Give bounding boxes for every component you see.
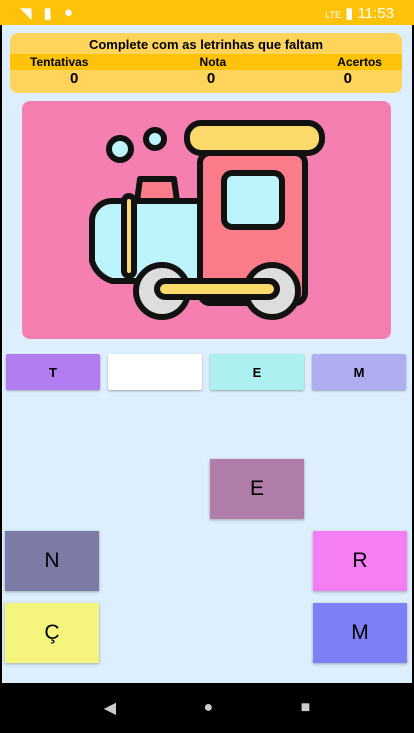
slot-3[interactable]: E (210, 354, 304, 390)
label-acertos: Acertos (337, 55, 382, 69)
sd-card-icon: ▮ (43, 5, 52, 22)
answer-slots: T E M (6, 354, 406, 390)
value-nota: 0 (206, 70, 216, 87)
letter-tile-m[interactable]: M (313, 603, 407, 663)
label-nota: Nota (199, 55, 227, 69)
game-screen: Complete com as letrinhas que faltam Ten… (2, 25, 412, 683)
slot-4[interactable]: M (312, 354, 406, 390)
score-header: Complete com as letrinhas que faltam Ten… (10, 33, 402, 93)
slot-2-empty[interactable] (108, 354, 202, 390)
value-acertos: 0 (343, 70, 352, 87)
slot-1[interactable]: T (6, 354, 100, 390)
status-bar: ◥ ▮ ● LTE ▮ 11:53 (0, 0, 414, 25)
letter-tile-r[interactable]: R (313, 531, 407, 591)
page-title: Complete com as letrinhas que faltam (88, 37, 324, 52)
recents-icon[interactable]: ■ (301, 699, 311, 717)
letter-tile-n[interactable]: N (5, 531, 99, 591)
clock: 11:53 (357, 5, 394, 22)
circle-icon: ● (63, 4, 73, 21)
network-label: LTE (325, 10, 341, 20)
letter-tile-e[interactable]: E (210, 459, 304, 519)
home-icon[interactable]: ● (203, 699, 213, 717)
train-image-card (22, 101, 391, 339)
wifi-icon: ◥ (20, 5, 32, 22)
value-tentativas: 0 (70, 70, 79, 87)
navigation-bar: ◀ ● ■ (0, 683, 414, 733)
battery-icon: ▮ (345, 5, 354, 22)
letter-tile-c-cedilla[interactable]: Ç (5, 603, 99, 663)
train-icon (89, 120, 325, 320)
label-tentativas: Tentativas (30, 55, 89, 69)
back-icon[interactable]: ◀ (104, 698, 116, 718)
